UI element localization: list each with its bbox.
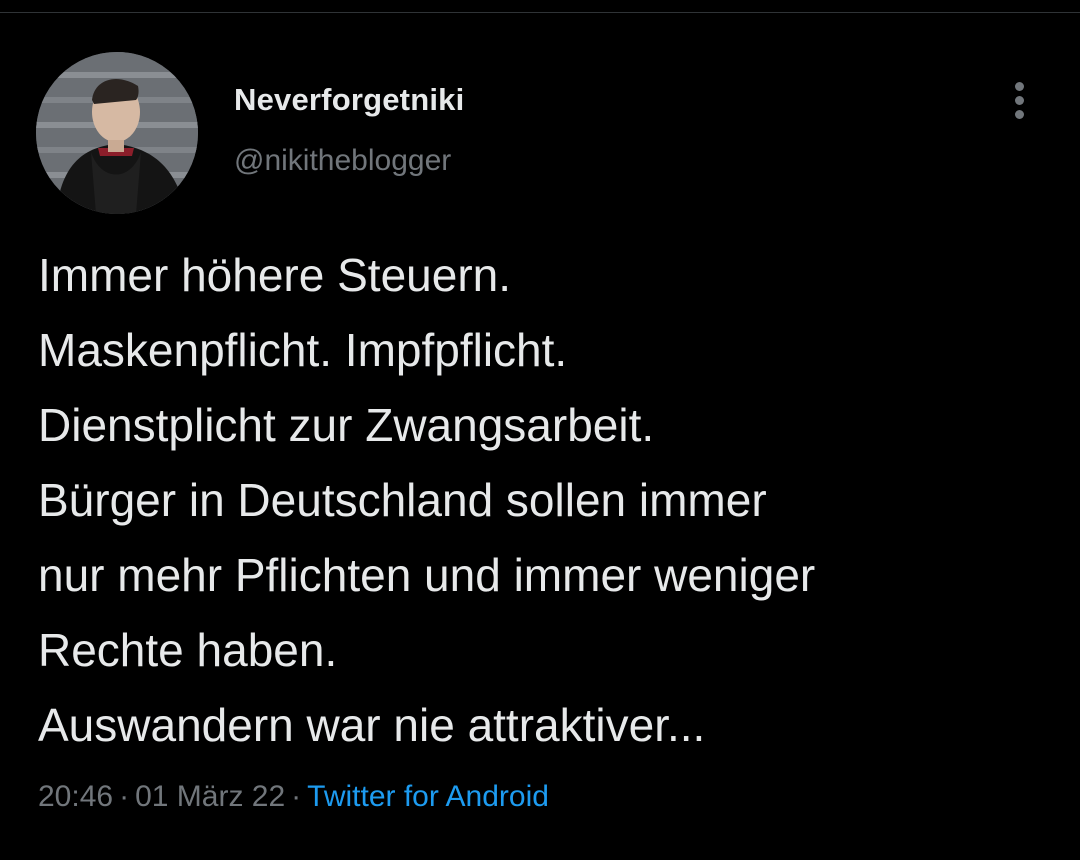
avatar-photo: [36, 52, 198, 214]
tweet-text-line: Dienstplicht zur Zwangsarbeit.: [38, 399, 655, 451]
dot-icon: [1015, 82, 1024, 91]
more-options-button[interactable]: [1004, 78, 1036, 122]
tweet-metadata: 20:46 · 01 März 22 · Twitter for Android: [38, 780, 549, 814]
display-name[interactable]: Neverforgetniki: [234, 82, 464, 118]
tweet-text-line: nur mehr Pflichten und immer weniger: [38, 549, 816, 601]
tweet-text-line: Maskenpflicht. Impfpflicht.: [38, 324, 568, 376]
tweet-text-line: Bürger in Deutschland sollen immer: [38, 474, 767, 526]
tweet-time[interactable]: 20:46: [38, 780, 113, 813]
tweet-text-line: Rechte haben.: [38, 624, 338, 676]
tweet-source-link[interactable]: Twitter for Android: [307, 780, 549, 813]
avatar[interactable]: [36, 52, 198, 214]
handle[interactable]: @nikitheblogger: [234, 144, 451, 178]
separator: ·: [291, 780, 302, 813]
tweet-text: Immer höhere Steuern. Maskenpflicht. Imp…: [38, 238, 1058, 763]
tweet-text-line: Immer höhere Steuern.: [38, 249, 512, 301]
tweet-date[interactable]: 01 März 22: [135, 780, 285, 813]
separator: ·: [119, 780, 130, 813]
dot-icon: [1015, 110, 1024, 119]
dot-icon: [1015, 96, 1024, 105]
tweet: Neverforgetniki @nikitheblogger Immer hö…: [0, 0, 1080, 860]
tweet-text-line: Auswandern war nie attraktiver...: [38, 699, 706, 751]
